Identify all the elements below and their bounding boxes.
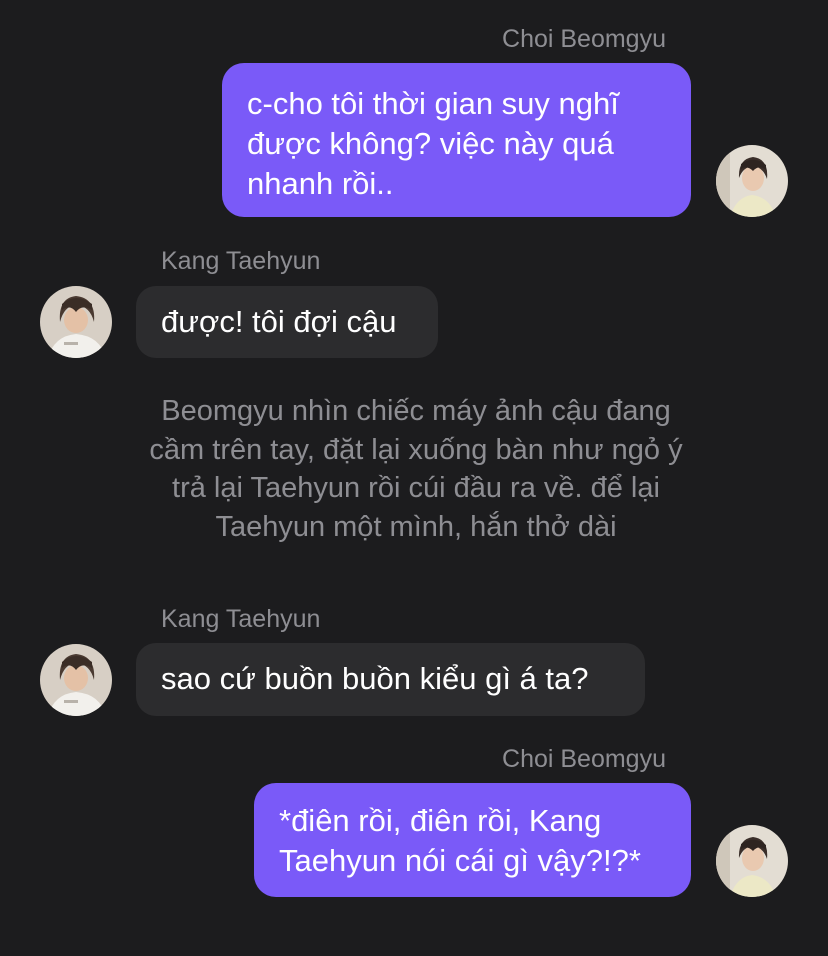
sender-name: Kang Taehyun: [161, 247, 321, 275]
incoming-message-bubble[interactable]: được! tôi đợi cậu: [136, 286, 438, 358]
taehyun-avatar[interactable]: [40, 286, 112, 358]
message-line: *điên rồi, điên rồi, Kang: [279, 803, 602, 838]
narration-line: cầm trên tay, đặt lại xuống bàn như ngỏ …: [149, 433, 683, 466]
narration-line: trả lại Taehyun rồi cúi đầu ra về. để lạ…: [172, 472, 660, 504]
message-line: Taehyun nói cái gì vậy?!?*: [279, 843, 641, 878]
outgoing-message-bubble[interactable]: c-cho tôi thời gian suy nghĩ được không?…: [222, 63, 691, 217]
beomgyu-avatar[interactable]: [716, 145, 788, 217]
incoming-message-bubble[interactable]: sao cứ buồn buồn kiểu gì á ta?: [136, 643, 645, 716]
message-line: được không? việc này quá: [247, 126, 614, 161]
sender-name: Choi Beomgyu: [502, 25, 666, 53]
beomgyu-avatar[interactable]: [716, 825, 788, 897]
outgoing-message-bubble[interactable]: *điên rồi, điên rồi, Kang Taehyun nói cá…: [254, 783, 691, 897]
narration-line: Taehyun một mình, hắn thở dài: [215, 510, 617, 543]
message-line: c-cho tôi thời gian suy nghĩ: [247, 86, 619, 121]
message-line: được! tôi đợi cậu: [161, 304, 397, 339]
narration-line: Beomgyu nhìn chiếc máy ảnh cậu đang: [161, 395, 671, 427]
taehyun-avatar[interactable]: [40, 644, 112, 716]
sender-name: Choi Beomgyu: [502, 745, 666, 773]
message-line: sao cứ buồn buồn kiểu gì á ta?: [161, 661, 589, 696]
message-line: nhanh rồi..: [247, 166, 394, 201]
sender-name: Kang Taehyun: [161, 605, 321, 633]
narration-text: Beomgyu nhìn chiếc máy ảnh cậu đang cầm …: [60, 392, 772, 546]
